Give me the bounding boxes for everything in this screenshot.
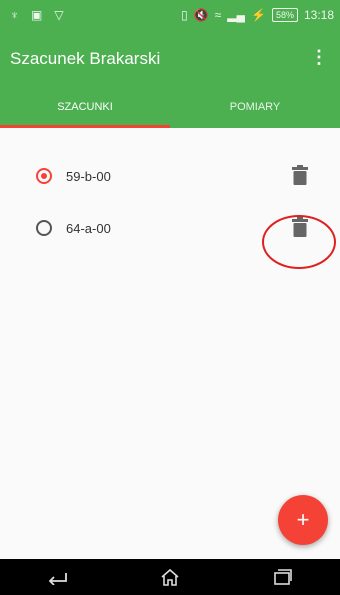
highlight-circle-annotation (262, 215, 336, 269)
usb-icon: ♆ (10, 8, 19, 22)
tab-label: POMIARY (229, 101, 281, 113)
sim-icon: ▯ (181, 8, 188, 22)
add-button[interactable]: + (278, 495, 328, 545)
trash-icon[interactable] (290, 164, 310, 186)
download-icon: ▽ (54, 8, 64, 22)
app-title: Szacunek Brakarski (10, 49, 161, 68)
tab-label: SZACUNKI (57, 101, 113, 113)
tab-szacunki[interactable]: SZACUNKI (0, 86, 170, 128)
navigation-bar (0, 559, 340, 595)
status-bar: ♆ ▣ ▽ ▯ 🔇 ≈ ▂▄ ⚡ 58% 13:18 (0, 0, 340, 30)
more-vert-icon[interactable]: ⋮ (310, 47, 328, 68)
image-icon: ▣ (31, 8, 43, 22)
wifi-icon: ≈ (214, 8, 222, 22)
mute-icon: 🔇 (193, 8, 209, 22)
signal-icon: ▂▄ (227, 8, 245, 22)
estimate-label: 59-b-00 (66, 169, 111, 184)
tab-bar: SZACUNKI POMIARY (0, 86, 340, 128)
home-icon[interactable] (159, 567, 181, 587)
charging-icon: ⚡ (251, 8, 266, 22)
estimate-label: 64-a-00 (66, 221, 111, 236)
battery-indicator: 58% (271, 8, 298, 22)
radio-button[interactable] (36, 220, 52, 236)
radio-button-selected[interactable] (36, 168, 52, 184)
recents-icon[interactable] (272, 568, 294, 586)
back-icon[interactable] (46, 569, 68, 585)
tab-pomiary[interactable]: POMIARY (170, 86, 340, 128)
app-bar: Szacunek Brakarski ⋮ (0, 30, 340, 86)
clock: 13:18 (303, 8, 334, 22)
